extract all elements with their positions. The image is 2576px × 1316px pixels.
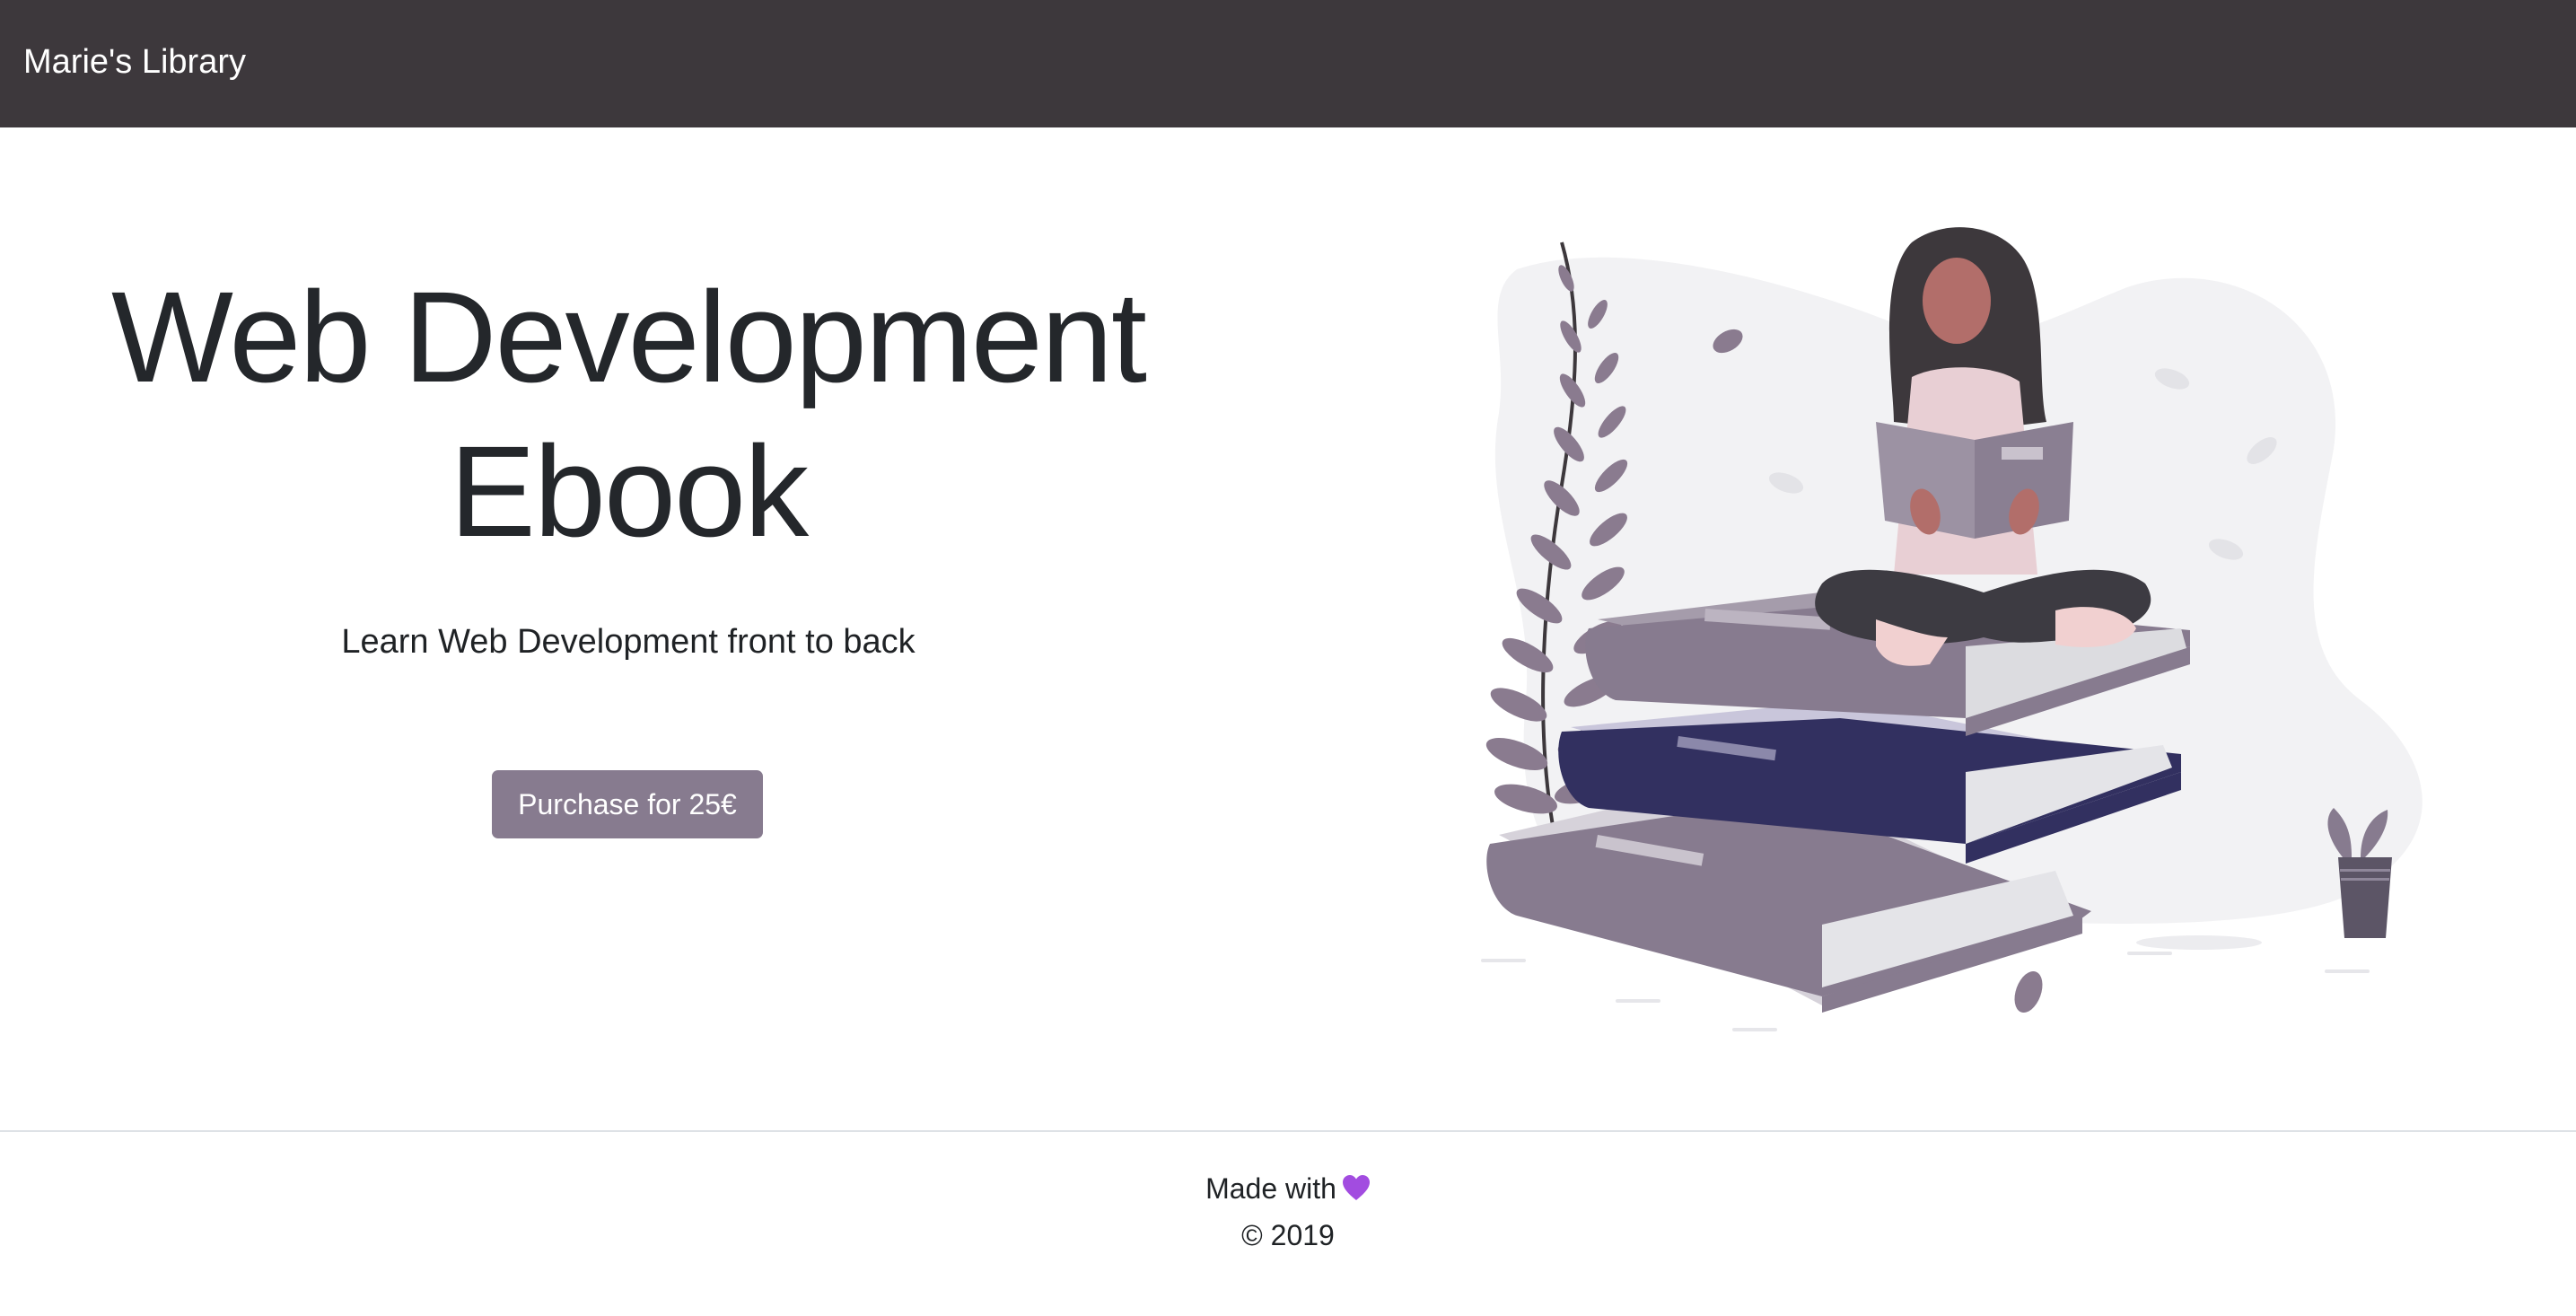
purple-heart-icon bbox=[1342, 1171, 1371, 1214]
reading-woman-illustration bbox=[1481, 227, 2423, 1031]
hero-subtitle: Learn Web Development front to back bbox=[341, 623, 916, 661]
footer-made-with-text: Made with bbox=[1205, 1172, 1336, 1205]
footer-divider bbox=[0, 1130, 2576, 1132]
page-title: Web Development Ebook bbox=[111, 265, 1147, 564]
footer-made-with: Made with bbox=[0, 1167, 2576, 1214]
navbar-brand[interactable]: Marie's Library bbox=[23, 39, 246, 85]
purchase-button[interactable]: Purchase for 25€ bbox=[492, 770, 763, 838]
footer: Made with © 2019 bbox=[0, 1167, 2576, 1257]
footer-copyright: © 2019 bbox=[1241, 1219, 1335, 1251]
navbar: Marie's Library bbox=[0, 0, 2576, 127]
